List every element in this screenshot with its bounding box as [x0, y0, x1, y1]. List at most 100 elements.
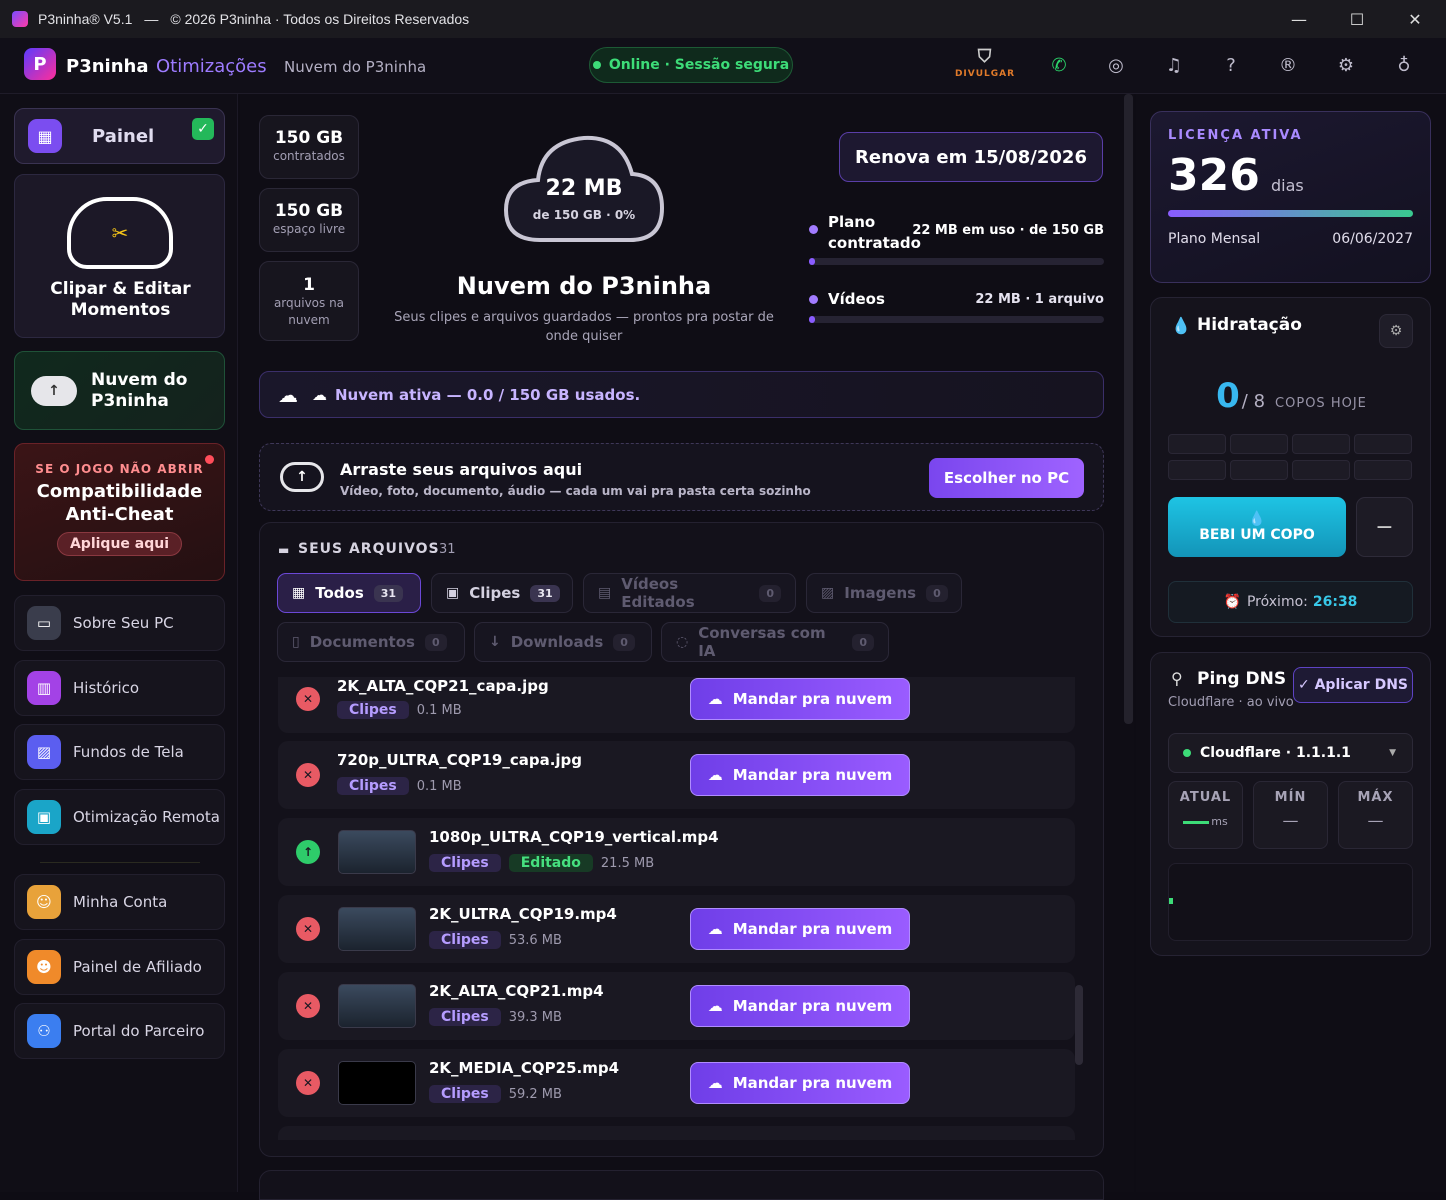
image-icon: ▨	[27, 735, 61, 769]
maximize-button[interactable]: ☐	[1328, 0, 1386, 38]
cup-slot	[1292, 434, 1350, 454]
sidebar-item-label: Nuvem do P3ninha	[91, 369, 188, 411]
sidebar-item-0[interactable]: ▭ Sobre Seu PC	[14, 595, 225, 651]
files-scrollbar[interactable]	[1075, 985, 1083, 1065]
sidebar-item-clipar[interactable]: ✂ Clipar & Editar Momentos	[14, 174, 225, 338]
anticheat-card[interactable]: SE O JOGO NÃO ABRIR Compatibilidade Anti…	[14, 443, 225, 581]
file-row[interactable]: ✕ 2K_ALTA_CQP21_capa.jpg Clipes 0.1 MB ☁ M…	[278, 677, 1075, 733]
tag-editado: Editado	[508, 854, 593, 872]
close-button[interactable]: ✕	[1386, 0, 1444, 38]
file-thumbnail	[338, 907, 416, 951]
divulgar-button[interactable]: ⛉ DIVULGAR	[950, 46, 1020, 79]
ping-card: ⚲ Ping DNS Cloudflare · ao vivo ✓ Aplica…	[1150, 652, 1431, 956]
sidebar-item-6[interactable]: ⚇ Portal do Parceiro	[14, 1003, 225, 1059]
choose-file-button[interactable]: Escolher no PC	[929, 458, 1084, 498]
send-to-cloud-button[interactable]: ☁ Mandar pra nuvem	[690, 678, 910, 720]
usage-plano-bar	[809, 258, 1104, 265]
send-to-cloud-button[interactable]: ☁ Mandar pra nuvem	[690, 908, 910, 950]
license-days: 326	[1168, 150, 1260, 201]
tab-4[interactable]: ▯ Documentos 0	[277, 622, 465, 662]
minimize-button[interactable]: —	[1270, 0, 1328, 38]
dropzone-title: Arraste seus arquivos aqui	[340, 460, 583, 479]
file-size: 53.6 MB	[508, 932, 562, 948]
file-name: 2K_MEDIA_CQP25.mp4	[429, 1059, 620, 1077]
sidebar-item-nuvem[interactable]: ↑ Nuvem do P3ninha	[14, 351, 225, 430]
cloud-icon: ☁	[278, 382, 298, 407]
minus-button[interactable]: −	[1356, 497, 1413, 557]
satellite-icon: ⚲	[1171, 669, 1183, 688]
tab-0[interactable]: ▦ Todos 31	[277, 573, 421, 613]
file-name: 2K_ALTA_CQP21.mp4	[429, 982, 604, 1000]
folder-icon: ▬	[278, 543, 290, 557]
license-days-label: dias	[1271, 176, 1304, 195]
cloud-of: de 150 GB · 0%	[532, 208, 636, 222]
stat-espaco-livre: 150 GB espaço livre	[259, 188, 359, 252]
sidebar-item-2[interactable]: ▨ Fundos de Tela	[14, 724, 225, 780]
lightbulb-icon[interactable]: ♁	[1391, 52, 1417, 78]
send-to-cloud-button[interactable]: ☁ Mandar pra nuvem	[690, 985, 910, 1027]
file-name: 2K_ULTRA_CQP19.mp4	[429, 905, 617, 923]
file-row[interactable]	[278, 1126, 1075, 1140]
tab-6[interactable]: ◌ Conversas com IA 0	[661, 622, 889, 662]
file-row[interactable]: ✕ 2K_ALTA_CQP21.mp4 Clipes 39.3 MB ☁ Manda…	[278, 972, 1075, 1040]
sidebar-item-1[interactable]: ▥ Histórico	[14, 660, 225, 716]
tab-icon: ▣	[446, 585, 460, 601]
tag-clipes: Clipes	[429, 1085, 501, 1103]
file-row[interactable]: ✕ 2K_ULTRA_CQP19.mp4 Clipes 53.6 MB ☁ Mand…	[278, 895, 1075, 963]
ping-max: MÁX —	[1338, 781, 1413, 849]
tab-2[interactable]: ▤ Vídeos Editados 0	[583, 573, 796, 613]
settings-icon[interactable]: ⚙	[1379, 314, 1413, 348]
send-to-cloud-button[interactable]: ☁ Mandar pra nuvem	[690, 1062, 910, 1104]
instagram-icon[interactable]: ◎	[1103, 52, 1129, 78]
chart-icon: ▥	[27, 671, 61, 705]
partner-icon: ⚇	[27, 1014, 61, 1048]
apply-dns-button[interactable]: ✓ Aplicar DNS	[1293, 667, 1413, 703]
dropzone[interactable]: ↑ Arraste seus arquivos aqui Vídeo, foto…	[259, 443, 1104, 511]
tab-5[interactable]: ↓ Downloads 0	[474, 622, 652, 662]
online-status-badge: Online · Sessão segura	[589, 47, 793, 83]
sidebar-item-4[interactable]: ☺ Minha Conta	[14, 874, 225, 930]
tab-icon: ▯	[292, 634, 300, 650]
sidebar-item-painel[interactable]: ▦ Painel ✓	[14, 108, 225, 164]
tag-clipes: Clipes	[429, 854, 501, 872]
file-name: 2K_ALTA_CQP21_capa.jpg	[337, 677, 549, 695]
tab-icon: ◌	[676, 634, 689, 650]
gear-icon[interactable]: ⚙	[1333, 52, 1359, 78]
ping-title: Ping DNS	[1197, 669, 1287, 689]
send-to-cloud-button[interactable]: ☁ Mandar pra nuvem	[690, 754, 910, 796]
tab-1[interactable]: ▣ Clipes 31	[431, 573, 573, 613]
file-thumbnail	[338, 830, 416, 874]
sidebar-item-label: Painel de Afiliado	[73, 958, 202, 976]
license-bar	[1168, 210, 1413, 217]
brand-name: P3ninha	[66, 56, 149, 77]
sidebar-item-label: Otimização Remota	[73, 808, 220, 826]
main-scrollbar[interactable]	[1124, 94, 1133, 724]
cup-slot	[1230, 460, 1288, 480]
drink-button[interactable]: 💧 BEBI UM COPO	[1168, 497, 1346, 557]
whatsapp-icon[interactable]: ✆	[1046, 52, 1072, 78]
license-date: 06/06/2027	[1332, 231, 1413, 247]
title-separator: —	[144, 11, 159, 27]
license-kicker: LICENÇA ATIVA	[1168, 128, 1303, 143]
anticheat-cta-button[interactable]: Aplique aqui	[56, 532, 183, 556]
file-row[interactable]: ✕ 720p_ULTRA_CQP19_capa.jpg Clipes 0.1 MB…	[278, 741, 1075, 809]
file-thumbnail	[338, 1061, 416, 1105]
next-drink: ⏰ Próximo: 26:38	[1168, 581, 1413, 623]
copyright-text: © 2026 P3ninha · Todos os Direitos Reser…	[170, 11, 470, 27]
cloud-error-icon: ✕	[296, 1071, 320, 1095]
tab-3[interactable]: ▨ Imagens 0	[806, 573, 962, 613]
cloud-scissors-icon: ✂	[67, 197, 173, 269]
file-tags: Clipes 0.1 MB	[337, 701, 462, 719]
bell-icon[interactable]: ♫	[1161, 52, 1187, 78]
file-size: 39.3 MB	[508, 1009, 562, 1025]
file-row[interactable]: ↑ 1080p_ULTRA_CQP19_vertical.mp4 Clipes E…	[278, 818, 1075, 886]
file-row[interactable]: ✕ 2K_MEDIA_CQP25.mp4 Clipes 59.2 MB ☁ Mand…	[278, 1049, 1075, 1117]
sidebar-item-label: Fundos de Tela	[73, 743, 184, 761]
registered-icon[interactable]: ®	[1275, 52, 1301, 78]
sidebar-item-5[interactable]: ☻ Painel de Afiliado	[14, 939, 225, 995]
sidebar-item-3[interactable]: ▣ Otimização Remota	[14, 789, 225, 845]
help-icon[interactable]: ?	[1218, 52, 1244, 78]
dns-select[interactable]: Cloudflare · 1.1.1.1 ▼	[1168, 733, 1413, 773]
sidebar-item-label: Clipar & Editar Momentos	[50, 279, 191, 320]
tag-clipes: Clipes	[429, 931, 501, 949]
